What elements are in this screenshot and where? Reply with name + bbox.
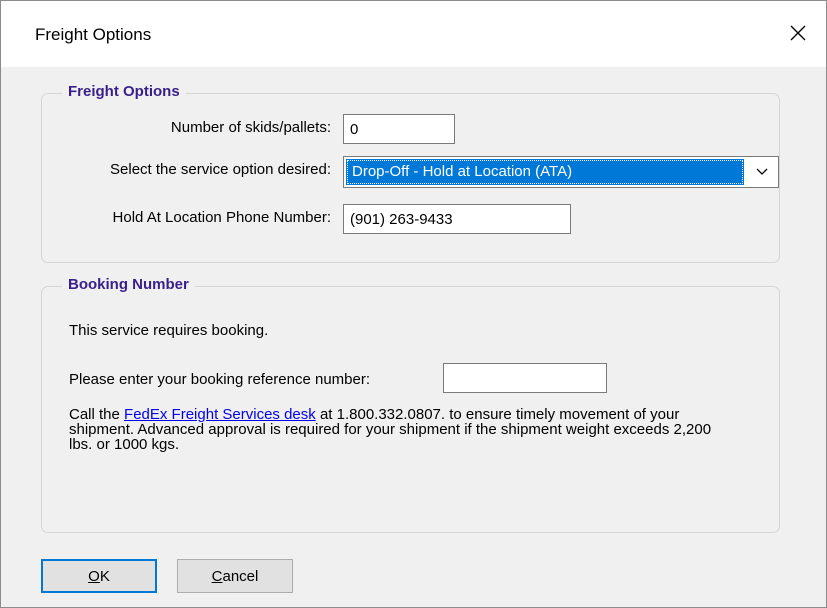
booking-reference-label: Please enter your booking reference numb…: [69, 371, 371, 388]
freight-options-dialog: Freight Options Freight Options Number o…: [0, 0, 827, 608]
cancel-button-label: Cancel: [211, 567, 259, 585]
service-option-label: Select the service option desired:: [110, 161, 331, 178]
dialog-title: Freight Options: [35, 25, 152, 44]
service-option-selected-value: Drop-Off - Hold at Location (ATA): [346, 159, 744, 185]
phone-number-label: Hold At Location Phone Number:: [112, 209, 331, 226]
booking-required-text: This service requires booking.: [69, 322, 269, 339]
title-bar: Freight Options: [1, 1, 826, 67]
chevron-down-icon: [756, 168, 768, 175]
ok-button-label: OK: [88, 567, 110, 585]
booking-info-text: Call the FedEx Freight Services desk at …: [69, 407, 719, 452]
close-icon: [790, 25, 806, 41]
freight-options-group-title: Freight Options: [62, 83, 186, 100]
dropdown-button[interactable]: [746, 157, 778, 187]
service-option-select[interactable]: Drop-Off - Hold at Location (ATA): [343, 156, 779, 188]
cancel-button[interactable]: Cancel: [177, 559, 293, 593]
booking-number-group-title: Booking Number: [62, 276, 195, 293]
skids-label: Number of skids/pallets:: [170, 119, 331, 136]
phone-number-input[interactable]: [343, 204, 571, 234]
skids-input[interactable]: [343, 114, 455, 144]
ok-button[interactable]: OK: [41, 559, 157, 593]
booking-reference-input[interactable]: [443, 363, 607, 393]
close-button[interactable]: [778, 13, 818, 53]
